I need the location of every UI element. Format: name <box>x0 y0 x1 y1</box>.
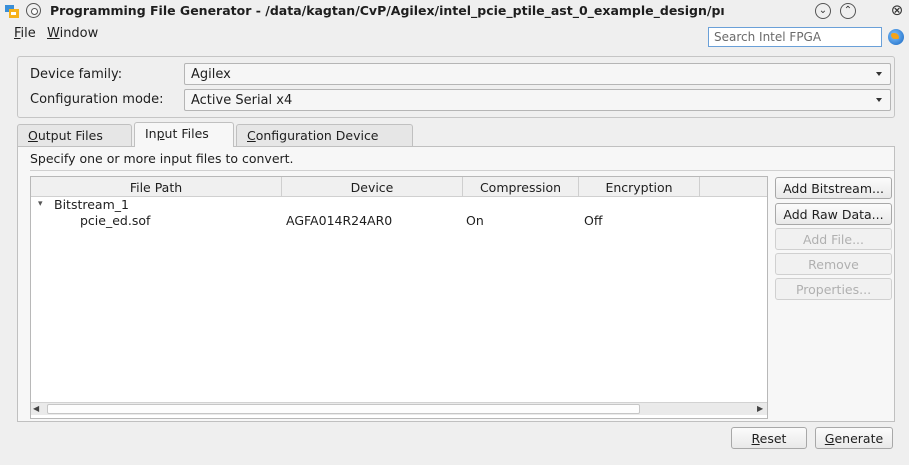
table-row-encryption: Off <box>584 213 603 228</box>
tab-output-files-mnemonic: O <box>28 128 38 143</box>
configuration-mode-value: Active Serial x4 <box>191 93 293 108</box>
configuration-mode-combo[interactable]: Active Serial x4 <box>184 89 891 111</box>
window-title: Programming File Generator - /data/kagta… <box>50 3 725 18</box>
minimize-button[interactable]: ⌄ <box>815 3 831 19</box>
menu-window-label: indow <box>59 26 99 41</box>
column-header-file-path[interactable]: File Path <box>31 180 281 195</box>
divider <box>30 170 894 171</box>
tab-input-files[interactable]: Input Files <box>134 122 234 147</box>
menu-window[interactable]: Window <box>47 26 98 41</box>
tab-input-files-label-start: In <box>145 126 157 141</box>
scroll-left-icon[interactable]: ◀ <box>33 404 39 413</box>
table-row-compression: On <box>466 213 484 228</box>
menu-file-label: ile <box>20 26 36 41</box>
generate-button[interactable]: Generate <box>815 427 893 449</box>
tab-output-files[interactable]: Output Files <box>17 124 132 146</box>
scrollbar-thumb[interactable] <box>47 404 640 414</box>
column-header-encryption[interactable]: Encryption <box>579 180 699 195</box>
menu-window-mnemonic: W <box>47 26 60 41</box>
column-header-compression[interactable]: Compression <box>463 180 578 195</box>
tab-configuration-device-mnemonic: C <box>247 128 256 143</box>
remove-button[interactable]: Remove <box>775 253 892 275</box>
properties-button[interactable]: Properties... <box>775 278 892 300</box>
system-menu-icon[interactable] <box>26 3 41 18</box>
search-input[interactable]: Search Intel FPGA <box>708 27 882 47</box>
app-icon <box>5 5 19 18</box>
tab-input-files-mnemonic: p <box>156 126 165 141</box>
device-family-combo[interactable]: Agilex <box>184 63 891 85</box>
close-button[interactable]: ⊗ <box>889 3 905 19</box>
maximize-button[interactable]: ⌃ <box>840 3 856 19</box>
tab-configuration-device-label: onfiguration Device <box>255 128 379 143</box>
reset-mnemonic: R <box>751 431 760 446</box>
add-raw-data-button[interactable]: Add Raw Data... <box>775 203 892 225</box>
menu-file[interactable]: File <box>14 26 36 41</box>
table-row-file-path[interactable]: pcie_ed.sof <box>80 213 150 228</box>
globe-icon[interactable] <box>888 29 904 45</box>
device-family-value: Agilex <box>191 67 231 82</box>
dropdown-arrow-icon <box>876 98 882 102</box>
scroll-right-icon[interactable]: ▶ <box>757 404 763 413</box>
chevron-down-icon[interactable]: ▾ <box>38 199 43 209</box>
add-bitstream-button[interactable]: Add Bitstream... <box>775 177 892 199</box>
device-family-label: Device family: <box>30 67 123 82</box>
column-divider <box>699 177 700 197</box>
tab-output-files-label: utput Files <box>37 128 103 143</box>
instruction-text: Specify one or more input files to conve… <box>30 151 294 166</box>
dropdown-arrow-icon <box>876 72 882 76</box>
add-file-button[interactable]: Add File... <box>775 228 892 250</box>
column-header-device[interactable]: Device <box>282 180 462 195</box>
tree-item-bitstream[interactable]: Bitstream_1 <box>54 197 129 212</box>
generate-label: enerate <box>834 431 884 446</box>
configuration-mode-label: Configuration mode: <box>30 92 164 107</box>
tab-input-files-label-end: ut Files <box>164 126 209 141</box>
tab-configuration-device[interactable]: Configuration Device <box>236 124 413 146</box>
reset-button[interactable]: Reset <box>731 427 807 449</box>
table-row-device: AGFA014R24AR0 <box>286 213 393 228</box>
reset-label: eset <box>759 431 787 446</box>
